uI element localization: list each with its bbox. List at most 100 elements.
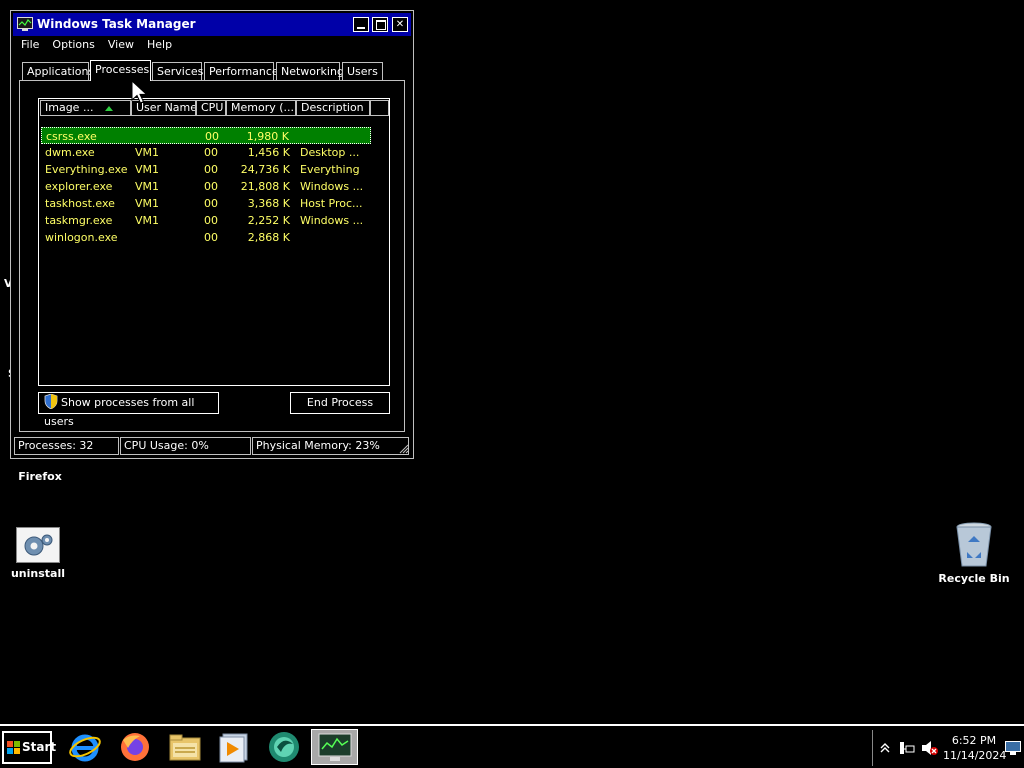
tab-processes[interactable]: Processes <box>90 60 151 81</box>
process-cpu: 00 <box>204 231 218 244</box>
desktop-icon-label: Recycle Bin <box>938 572 1010 585</box>
process-cpu: 00 <box>204 214 218 227</box>
tab-applications[interactable]: Applications <box>22 62 94 80</box>
volume-muted-icon[interactable] <box>921 740 939 756</box>
status-cpu-usage: CPU Usage: 0% <box>120 437 251 455</box>
tab-performance[interactable]: Performance <box>204 62 279 80</box>
resize-grip-icon[interactable] <box>399 444 409 454</box>
desktop-icon-recycle-bin[interactable]: Recycle Bin <box>934 522 1014 585</box>
process-memory: 1,980 K <box>246 130 289 143</box>
sort-ascending-icon <box>105 106 113 111</box>
taskbar: Start 6:52 PM 11/14/2024 <box>0 724 1024 768</box>
process-user: VM1 <box>135 146 160 159</box>
process-image: winlogon.exe <box>45 231 118 244</box>
uac-shield-icon <box>44 393 58 410</box>
process-cpu: 00 <box>204 163 218 176</box>
status-processes: Processes: 32 <box>14 437 119 455</box>
file-explorer-icon <box>169 734 201 761</box>
gear-settings-icon <box>16 527 60 563</box>
process-image: explorer.exe <box>45 180 113 193</box>
close-button[interactable]: ✕ <box>392 17 408 32</box>
process-cpu: 00 <box>205 130 219 143</box>
recycle-bin-icon <box>956 522 992 567</box>
process-user: VM1 <box>135 197 160 210</box>
menu-bar: File Options View Help <box>21 38 185 54</box>
process-user: VM1 <box>135 180 160 193</box>
menu-view[interactable]: View <box>108 38 134 51</box>
desktop-icon-label: uninstall <box>10 567 66 580</box>
process-user: VM1 <box>135 163 160 176</box>
process-row[interactable]: taskmgr.exe VM1 00 2,252 K Windows ... <box>41 212 371 229</box>
menu-options[interactable]: Options <box>52 38 94 51</box>
tab-networking[interactable]: Networking <box>276 62 344 80</box>
process-image: Everything.exe <box>45 163 128 176</box>
column-header-cpu[interactable]: CPU <box>196 100 226 116</box>
column-header-description[interactable]: Description <box>296 100 370 116</box>
task-manager-icon <box>17 17 33 31</box>
minimize-icon <box>357 27 365 29</box>
process-memory: 24,736 K <box>240 163 290 176</box>
process-memory: 2,252 K <box>247 214 290 227</box>
show-hidden-icons-icon[interactable] <box>880 742 890 754</box>
app-icon <box>269 732 299 762</box>
process-image: csrss.exe <box>46 130 97 143</box>
process-cpu: 00 <box>204 180 218 193</box>
taskbar-app[interactable] <box>262 729 306 765</box>
menu-file[interactable]: File <box>21 38 39 51</box>
status-physical-memory: Physical Memory: 23% <box>252 437 409 455</box>
maximize-button[interactable] <box>372 17 388 32</box>
menu-help[interactable]: Help <box>147 38 172 51</box>
process-cpu: 00 <box>204 197 218 210</box>
desktop-icon-uninstall[interactable]: uninstall <box>0 527 78 580</box>
clock-time: 6:52 PM <box>951 734 997 747</box>
taskbar-internet-explorer[interactable] <box>63 729 107 765</box>
task-manager-window[interactable]: Windows Task Manager ✕ File Options View He… <box>10 10 414 459</box>
column-header-filler <box>370 100 389 116</box>
process-image: taskhost.exe <box>45 197 115 210</box>
process-row[interactable]: csrss.exe 00 1,980 K <box>41 127 371 144</box>
process-image: taskmgr.exe <box>45 214 113 227</box>
tab-services[interactable]: Services <box>152 62 203 80</box>
process-list[interactable]: Image ... User Name CPU Memory (... Desc… <box>38 98 390 386</box>
process-cpu: 00 <box>204 146 218 159</box>
process-image: dwm.exe <box>45 146 95 159</box>
tab-users[interactable]: Users <box>342 62 383 80</box>
system-tray: 6:52 PM 11/14/2024 <box>872 730 1023 766</box>
process-row[interactable]: taskhost.exe VM1 00 3,368 K Host Proc... <box>41 195 371 212</box>
process-description: Everything <box>300 163 360 176</box>
process-row[interactable]: Everything.exe VM1 00 24,736 K Everythin… <box>41 161 371 178</box>
minimize-button[interactable] <box>353 17 369 32</box>
process-row[interactable]: explorer.exe VM1 00 21,808 K Windows ... <box>41 178 371 195</box>
clock[interactable]: 6:52 PM 11/14/2024 <box>943 733 1007 763</box>
column-header-memory[interactable]: Memory (... <box>226 100 296 116</box>
process-description: Windows ... <box>300 214 364 227</box>
process-row[interactable]: dwm.exe VM1 00 1,456 K Desktop ... <box>41 144 371 161</box>
process-row[interactable]: winlogon.exe 00 2,868 K <box>41 229 371 246</box>
show-all-processes-button[interactable]: Show processes from all users <box>38 392 219 428</box>
taskbar-task-manager[interactable] <box>311 729 358 765</box>
network-icon[interactable] <box>899 741 915 755</box>
window-title: Windows Task Manager <box>37 17 196 31</box>
clock-date: 11/14/2024 <box>943 749 1007 762</box>
start-label: Start <box>22 740 57 754</box>
end-process-button[interactable]: End Process <box>290 392 390 414</box>
taskbar-file-explorer[interactable] <box>163 729 207 765</box>
process-memory: 2,868 K <box>247 231 290 244</box>
taskbar-media-player[interactable] <box>212 729 256 765</box>
process-description: Desktop ... <box>300 146 360 159</box>
column-header-image[interactable]: Image ... <box>40 100 131 116</box>
desktop-icon-label: Firefox <box>18 470 62 483</box>
column-header-label: Image ... <box>45 101 94 114</box>
mouse-cursor-icon <box>131 80 148 104</box>
process-description: Windows ... <box>300 180 364 193</box>
windows-logo-icon <box>7 741 20 754</box>
maximize-icon <box>376 20 386 30</box>
show-desktop-icon[interactable] <box>1005 741 1021 755</box>
firefox-icon <box>121 733 149 761</box>
taskbar-firefox[interactable] <box>113 729 157 765</box>
close-icon: ✕ <box>395 19 405 30</box>
title-bar[interactable]: Windows Task Manager ✕ <box>13 13 411 36</box>
process-user: VM1 <box>135 214 160 227</box>
process-description: Host Proc... <box>300 197 363 210</box>
start-button[interactable]: Start <box>2 731 56 764</box>
